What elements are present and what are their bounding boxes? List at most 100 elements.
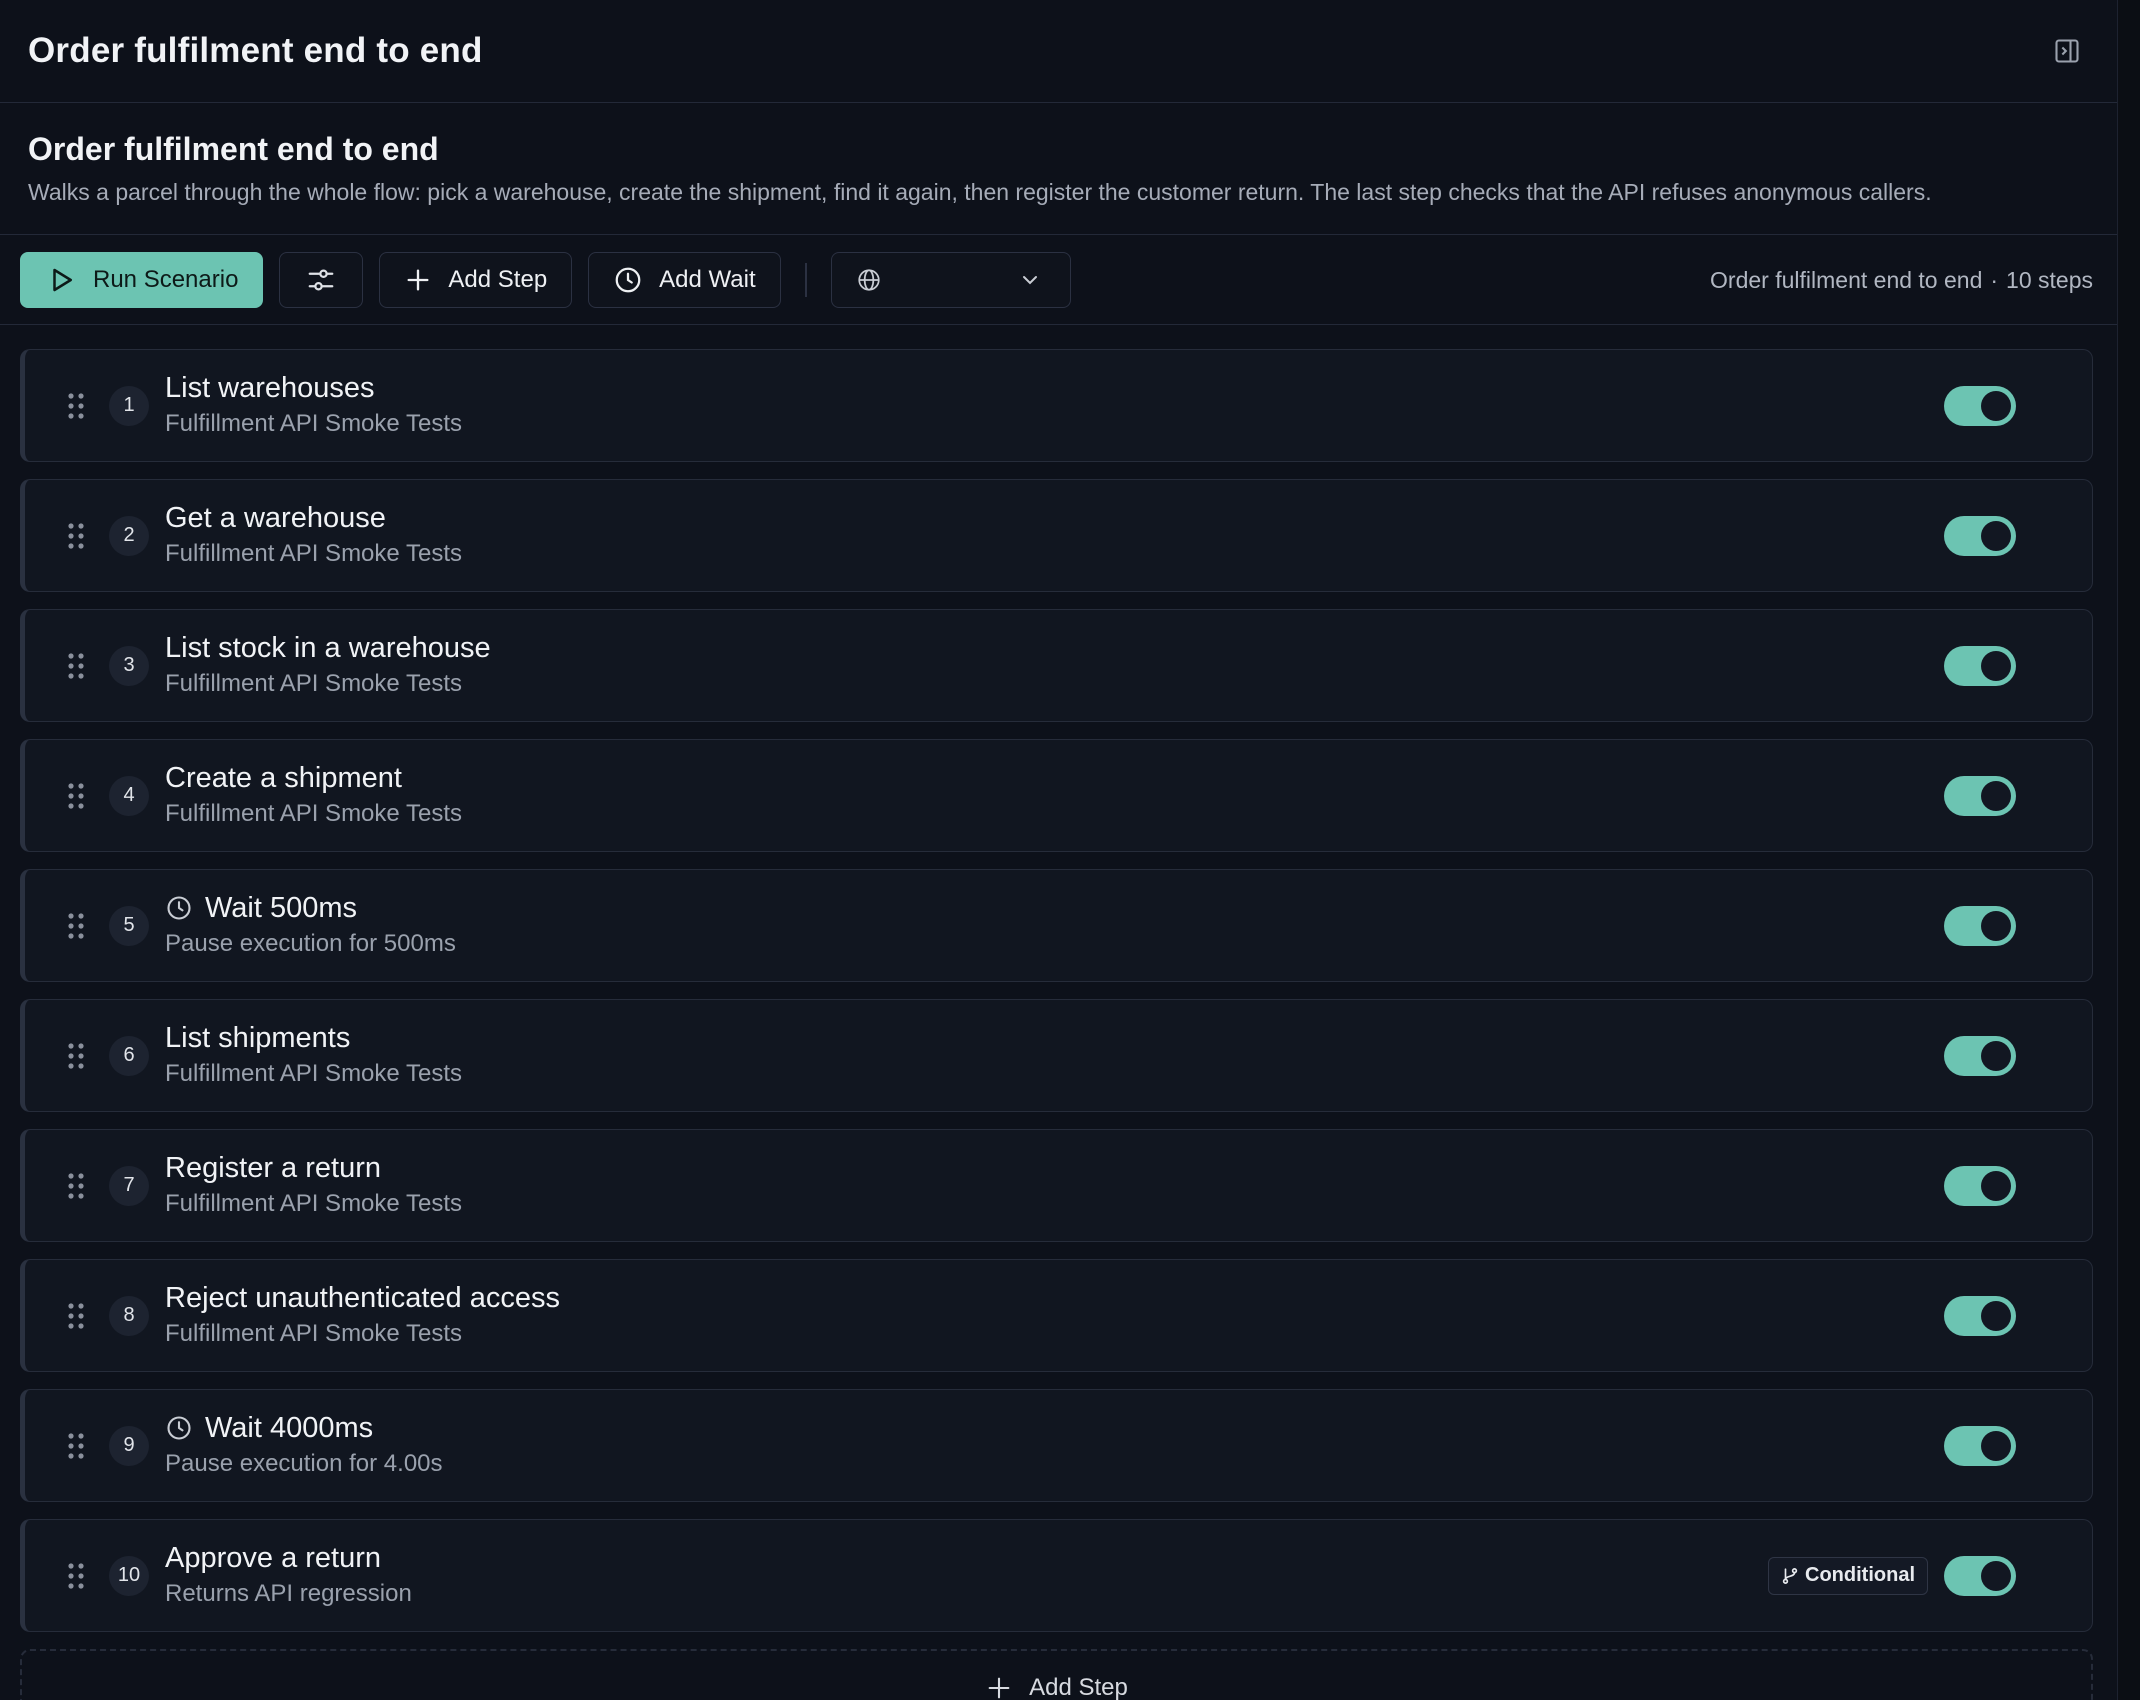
step-enabled-toggle[interactable] bbox=[1944, 1295, 2016, 1336]
step-card[interactable]: 6 List shipments Fulfillment API Smoke Tes… bbox=[20, 999, 2093, 1112]
play-icon bbox=[53, 268, 72, 291]
drag-handle-icon[interactable] bbox=[59, 911, 93, 941]
step-controls bbox=[1944, 480, 2016, 591]
step-card[interactable]: 10 Approve a return Returns API regression… bbox=[20, 1519, 2093, 1632]
step-title-row: Wait 4000ms bbox=[165, 1412, 443, 1445]
step-text: List shipments Fulfillment API Smoke Test… bbox=[165, 1022, 462, 1089]
step-title: List stock in a warehouse bbox=[165, 631, 491, 664]
environment-select[interactable] bbox=[830, 251, 1071, 308]
toggle-knob bbox=[1981, 910, 2011, 941]
toggle-knob bbox=[1981, 520, 2011, 551]
step-card[interactable]: 4 Create a shipment Fulfillment API Smoke … bbox=[20, 739, 2093, 852]
add-step-footer-label: Add Step bbox=[1029, 1674, 1128, 1700]
scrollbar-track[interactable] bbox=[2118, 0, 2140, 1700]
scenario-settings-button[interactable] bbox=[279, 251, 364, 308]
toggle-knob bbox=[1981, 1040, 2011, 1071]
step-controls bbox=[1944, 1000, 2016, 1111]
drag-handle-icon[interactable] bbox=[59, 391, 93, 421]
toolbar: Run Scenario Add Step Add Wait Order ful… bbox=[0, 235, 2117, 325]
step-title: Approve a return bbox=[165, 1541, 382, 1574]
scenario-editor-panel: Order fulfilment end to end Order fulfil… bbox=[0, 0, 2118, 1700]
plus-icon bbox=[407, 269, 429, 290]
step-enabled-toggle[interactable] bbox=[1944, 1555, 2016, 1596]
drag-handle-icon[interactable] bbox=[59, 651, 93, 681]
step-number: 9 bbox=[109, 1425, 149, 1466]
clock-icon bbox=[615, 267, 641, 292]
step-controls bbox=[1944, 740, 2016, 851]
summary-count: 10 steps bbox=[2006, 266, 2093, 293]
steps-list: 1 List warehouses Fulfillment API Smoke Te… bbox=[0, 325, 2117, 1700]
step-text: List stock in a warehouse Fulfillment API… bbox=[165, 631, 491, 699]
step-number: 5 bbox=[109, 905, 149, 946]
toolbar-divider bbox=[804, 262, 807, 297]
step-text: Get a warehouse Fulfillment API Smoke Tes… bbox=[165, 502, 462, 569]
add-step-footer-button[interactable]: Add Step bbox=[20, 1649, 2093, 1700]
step-title-row: Create a shipment bbox=[165, 761, 462, 795]
step-text: Register a return Fulfillment API Smoke T… bbox=[165, 1152, 462, 1219]
chevron-down-icon bbox=[1022, 275, 1037, 284]
step-enabled-toggle[interactable] bbox=[1944, 905, 2016, 946]
step-enabled-toggle[interactable] bbox=[1944, 1035, 2016, 1076]
step-card[interactable]: 2 Get a warehouse Fulfillment API Smoke Te… bbox=[20, 479, 2093, 592]
toggle-knob bbox=[1981, 1170, 2011, 1201]
step-controls bbox=[1944, 610, 2016, 721]
run-scenario-label: Run Scenario bbox=[93, 265, 239, 293]
step-controls bbox=[1944, 350, 2016, 461]
step-number: 1 bbox=[109, 385, 149, 426]
step-card[interactable]: 9 Wait 4000ms Pause execution for 4.00s bbox=[20, 1389, 2093, 1502]
step-enabled-toggle[interactable] bbox=[1944, 515, 2016, 556]
step-title-row: List shipments bbox=[165, 1022, 462, 1055]
step-text: Create a shipment Fulfillment API Smoke T… bbox=[165, 761, 462, 829]
step-card[interactable]: 8 Reject unauthenticated access Fulfillmen… bbox=[20, 1259, 2093, 1372]
add-step-button[interactable]: Add Step bbox=[379, 251, 573, 308]
step-title: Create a shipment bbox=[165, 761, 402, 794]
collapse-panel-button[interactable] bbox=[2045, 29, 2089, 73]
step-title-row: Wait 500ms bbox=[165, 892, 456, 925]
step-number: 7 bbox=[109, 1165, 149, 1206]
step-card[interactable]: 7 Register a return Fulfillment API Smoke … bbox=[20, 1129, 2093, 1242]
drag-handle-icon[interactable] bbox=[59, 1041, 93, 1071]
add-wait-button[interactable]: Add Wait bbox=[588, 251, 781, 308]
drag-handle-icon[interactable] bbox=[59, 781, 93, 811]
step-card[interactable]: 5 Wait 500ms Pause execution for 500ms bbox=[20, 869, 2093, 982]
step-title-row: Approve a return bbox=[165, 1541, 412, 1575]
step-title-row: Get a warehouse bbox=[165, 502, 462, 535]
run-scenario-button[interactable]: Run Scenario bbox=[20, 251, 264, 308]
step-number: 8 bbox=[109, 1295, 149, 1336]
step-enabled-toggle[interactable] bbox=[1944, 775, 2016, 816]
step-enabled-toggle[interactable] bbox=[1944, 645, 2016, 686]
step-subtitle: Fulfillment API Smoke Tests bbox=[165, 1060, 462, 1088]
step-subtitle: Fulfillment API Smoke Tests bbox=[165, 800, 462, 828]
panel-header: Order fulfilment end to end bbox=[0, 0, 2117, 103]
step-number: 2 bbox=[109, 515, 149, 556]
add-wait-label: Add Wait bbox=[659, 265, 756, 293]
scenario-description-text: Walks a parcel through the whole flow: p… bbox=[28, 179, 1932, 205]
drag-handle-icon[interactable] bbox=[59, 521, 93, 551]
clock-icon bbox=[165, 1414, 193, 1442]
drag-handle-icon[interactable] bbox=[59, 1431, 93, 1461]
drag-handle-icon[interactable] bbox=[59, 1171, 93, 1201]
globe-icon bbox=[858, 268, 880, 291]
sliders-icon bbox=[309, 269, 334, 290]
step-title: List warehouses bbox=[165, 371, 375, 404]
drag-handle-icon[interactable] bbox=[59, 1561, 93, 1591]
step-controls bbox=[1944, 1390, 2016, 1501]
summary-separator: · bbox=[1990, 266, 1999, 293]
badge-label: Conditional bbox=[1805, 1564, 1915, 1586]
step-number: 3 bbox=[109, 645, 149, 686]
step-enabled-toggle[interactable] bbox=[1944, 1165, 2016, 1206]
step-controls bbox=[1944, 870, 2016, 981]
step-controls: Conditional bbox=[1768, 1520, 2016, 1631]
step-text: Reject unauthenticated access Fulfillment… bbox=[165, 1282, 560, 1349]
step-subtitle: Pause execution for 4.00s bbox=[165, 1450, 443, 1478]
step-subtitle: Fulfillment API Smoke Tests bbox=[165, 670, 462, 698]
step-subtitle: Fulfillment API Smoke Tests bbox=[165, 540, 462, 568]
step-text: Wait 4000ms Pause execution for 4.00s bbox=[165, 1412, 443, 1479]
step-card[interactable]: 1 List warehouses Fulfillment API Smoke Te… bbox=[20, 349, 2093, 462]
drag-handle-icon[interactable] bbox=[59, 1301, 93, 1331]
panel-right-icon bbox=[2055, 39, 2079, 63]
step-enabled-toggle[interactable] bbox=[1944, 1425, 2016, 1466]
step-enabled-toggle[interactable] bbox=[1944, 385, 2016, 426]
step-card[interactable]: 3 List stock in a warehouse Fulfillment AP… bbox=[20, 609, 2093, 722]
conditional-badge[interactable]: Conditional bbox=[1768, 1556, 1928, 1595]
